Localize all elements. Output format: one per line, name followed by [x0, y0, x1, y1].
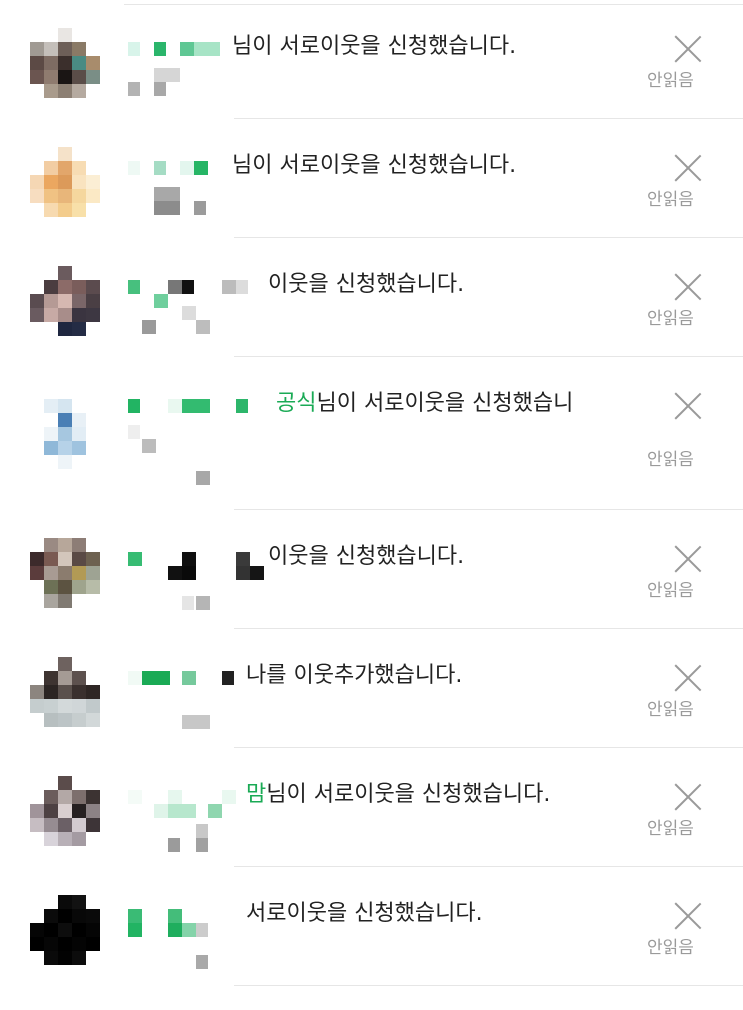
- notification-message: 맘님이 서로이웃을 신청했습니다.: [246, 780, 550, 810]
- message-text: 님이 서로이웃을 신청했습니다.: [266, 782, 551, 807]
- notification-item[interactable]: 맘님이 서로이웃을 신청했습니다. 안읽음: [0, 748, 743, 867]
- message-text: 님이 서로이웃을 신청했습니다.: [232, 34, 517, 59]
- divider: [234, 985, 743, 986]
- avatar[interactable]: [30, 28, 102, 100]
- close-icon[interactable]: [674, 545, 702, 573]
- message-text: 님이 서로이웃을 신청했습니다.: [232, 153, 517, 178]
- notification-message: 서로이웃을 신청했습니다.: [246, 899, 483, 929]
- unread-label: 안읽음: [647, 819, 694, 839]
- notification-message: 이웃을 신청했습니다.: [268, 542, 464, 572]
- notification-item[interactable]: 공식님이 서로이웃을 신청했습니 안읽음: [0, 357, 743, 510]
- avatar[interactable]: [30, 385, 102, 469]
- message-text: 이웃을 신청했습니다.: [268, 272, 465, 297]
- close-icon[interactable]: [674, 154, 702, 182]
- unread-label: 안읽음: [647, 581, 694, 601]
- avatar[interactable]: [30, 895, 102, 967]
- notification-message: 공식님이 서로이웃을 신청했습니: [276, 389, 573, 419]
- avatar[interactable]: [30, 538, 102, 610]
- close-icon[interactable]: [674, 35, 702, 63]
- close-icon[interactable]: [674, 783, 702, 811]
- notification-item[interactable]: 이웃을 신청했습니다. 안읽음: [0, 238, 743, 357]
- notification-item[interactable]: 님이 서로이웃을 신청했습니다. 안읽음: [0, 0, 743, 119]
- avatar[interactable]: [30, 776, 102, 848]
- unread-label: 안읽음: [647, 938, 694, 958]
- message-text: 서로이웃을 신청했습니다.: [246, 901, 483, 926]
- avatar[interactable]: [30, 266, 102, 338]
- unread-label: 안읽음: [647, 71, 694, 91]
- notification-message: 이웃을 신청했습니다.: [268, 270, 464, 300]
- unread-label: 안읽음: [647, 700, 694, 720]
- notification-item[interactable]: 나를 이웃추가했습니다. 안읽음: [0, 629, 743, 748]
- notification-list: 님이 서로이웃을 신청했습니다. 안읽음 님이 서로이웃을 신청했습니다. 안읽…: [0, 0, 743, 986]
- notification-message: 나를 이웃추가했습니다.: [246, 661, 462, 691]
- unread-label: 안읽음: [647, 450, 694, 470]
- nickname-highlight: 맘: [246, 782, 267, 807]
- close-icon[interactable]: [674, 273, 702, 301]
- notification-message: 님이 서로이웃을 신청했습니다.: [232, 151, 516, 181]
- unread-label: 안읽음: [647, 190, 694, 210]
- close-icon[interactable]: [674, 392, 702, 420]
- notification-item[interactable]: 서로이웃을 신청했습니다. 안읽음: [0, 867, 743, 986]
- message-text: 이웃을 신청했습니다.: [268, 544, 465, 569]
- message-text: 님이 서로이웃을 신청했습니: [316, 391, 574, 416]
- notification-item[interactable]: 님이 서로이웃을 신청했습니다. 안읽음: [0, 119, 743, 238]
- nickname-highlight: 공식: [276, 391, 317, 416]
- message-text: 나를 이웃추가했습니다.: [246, 663, 463, 688]
- avatar[interactable]: [30, 147, 102, 219]
- close-icon[interactable]: [674, 664, 702, 692]
- notification-item[interactable]: 이웃을 신청했습니다. 안읽음: [0, 510, 743, 629]
- notification-message: 님이 서로이웃을 신청했습니다.: [232, 32, 516, 62]
- unread-label: 안읽음: [647, 309, 694, 329]
- close-icon[interactable]: [674, 902, 702, 930]
- avatar[interactable]: [30, 657, 102, 729]
